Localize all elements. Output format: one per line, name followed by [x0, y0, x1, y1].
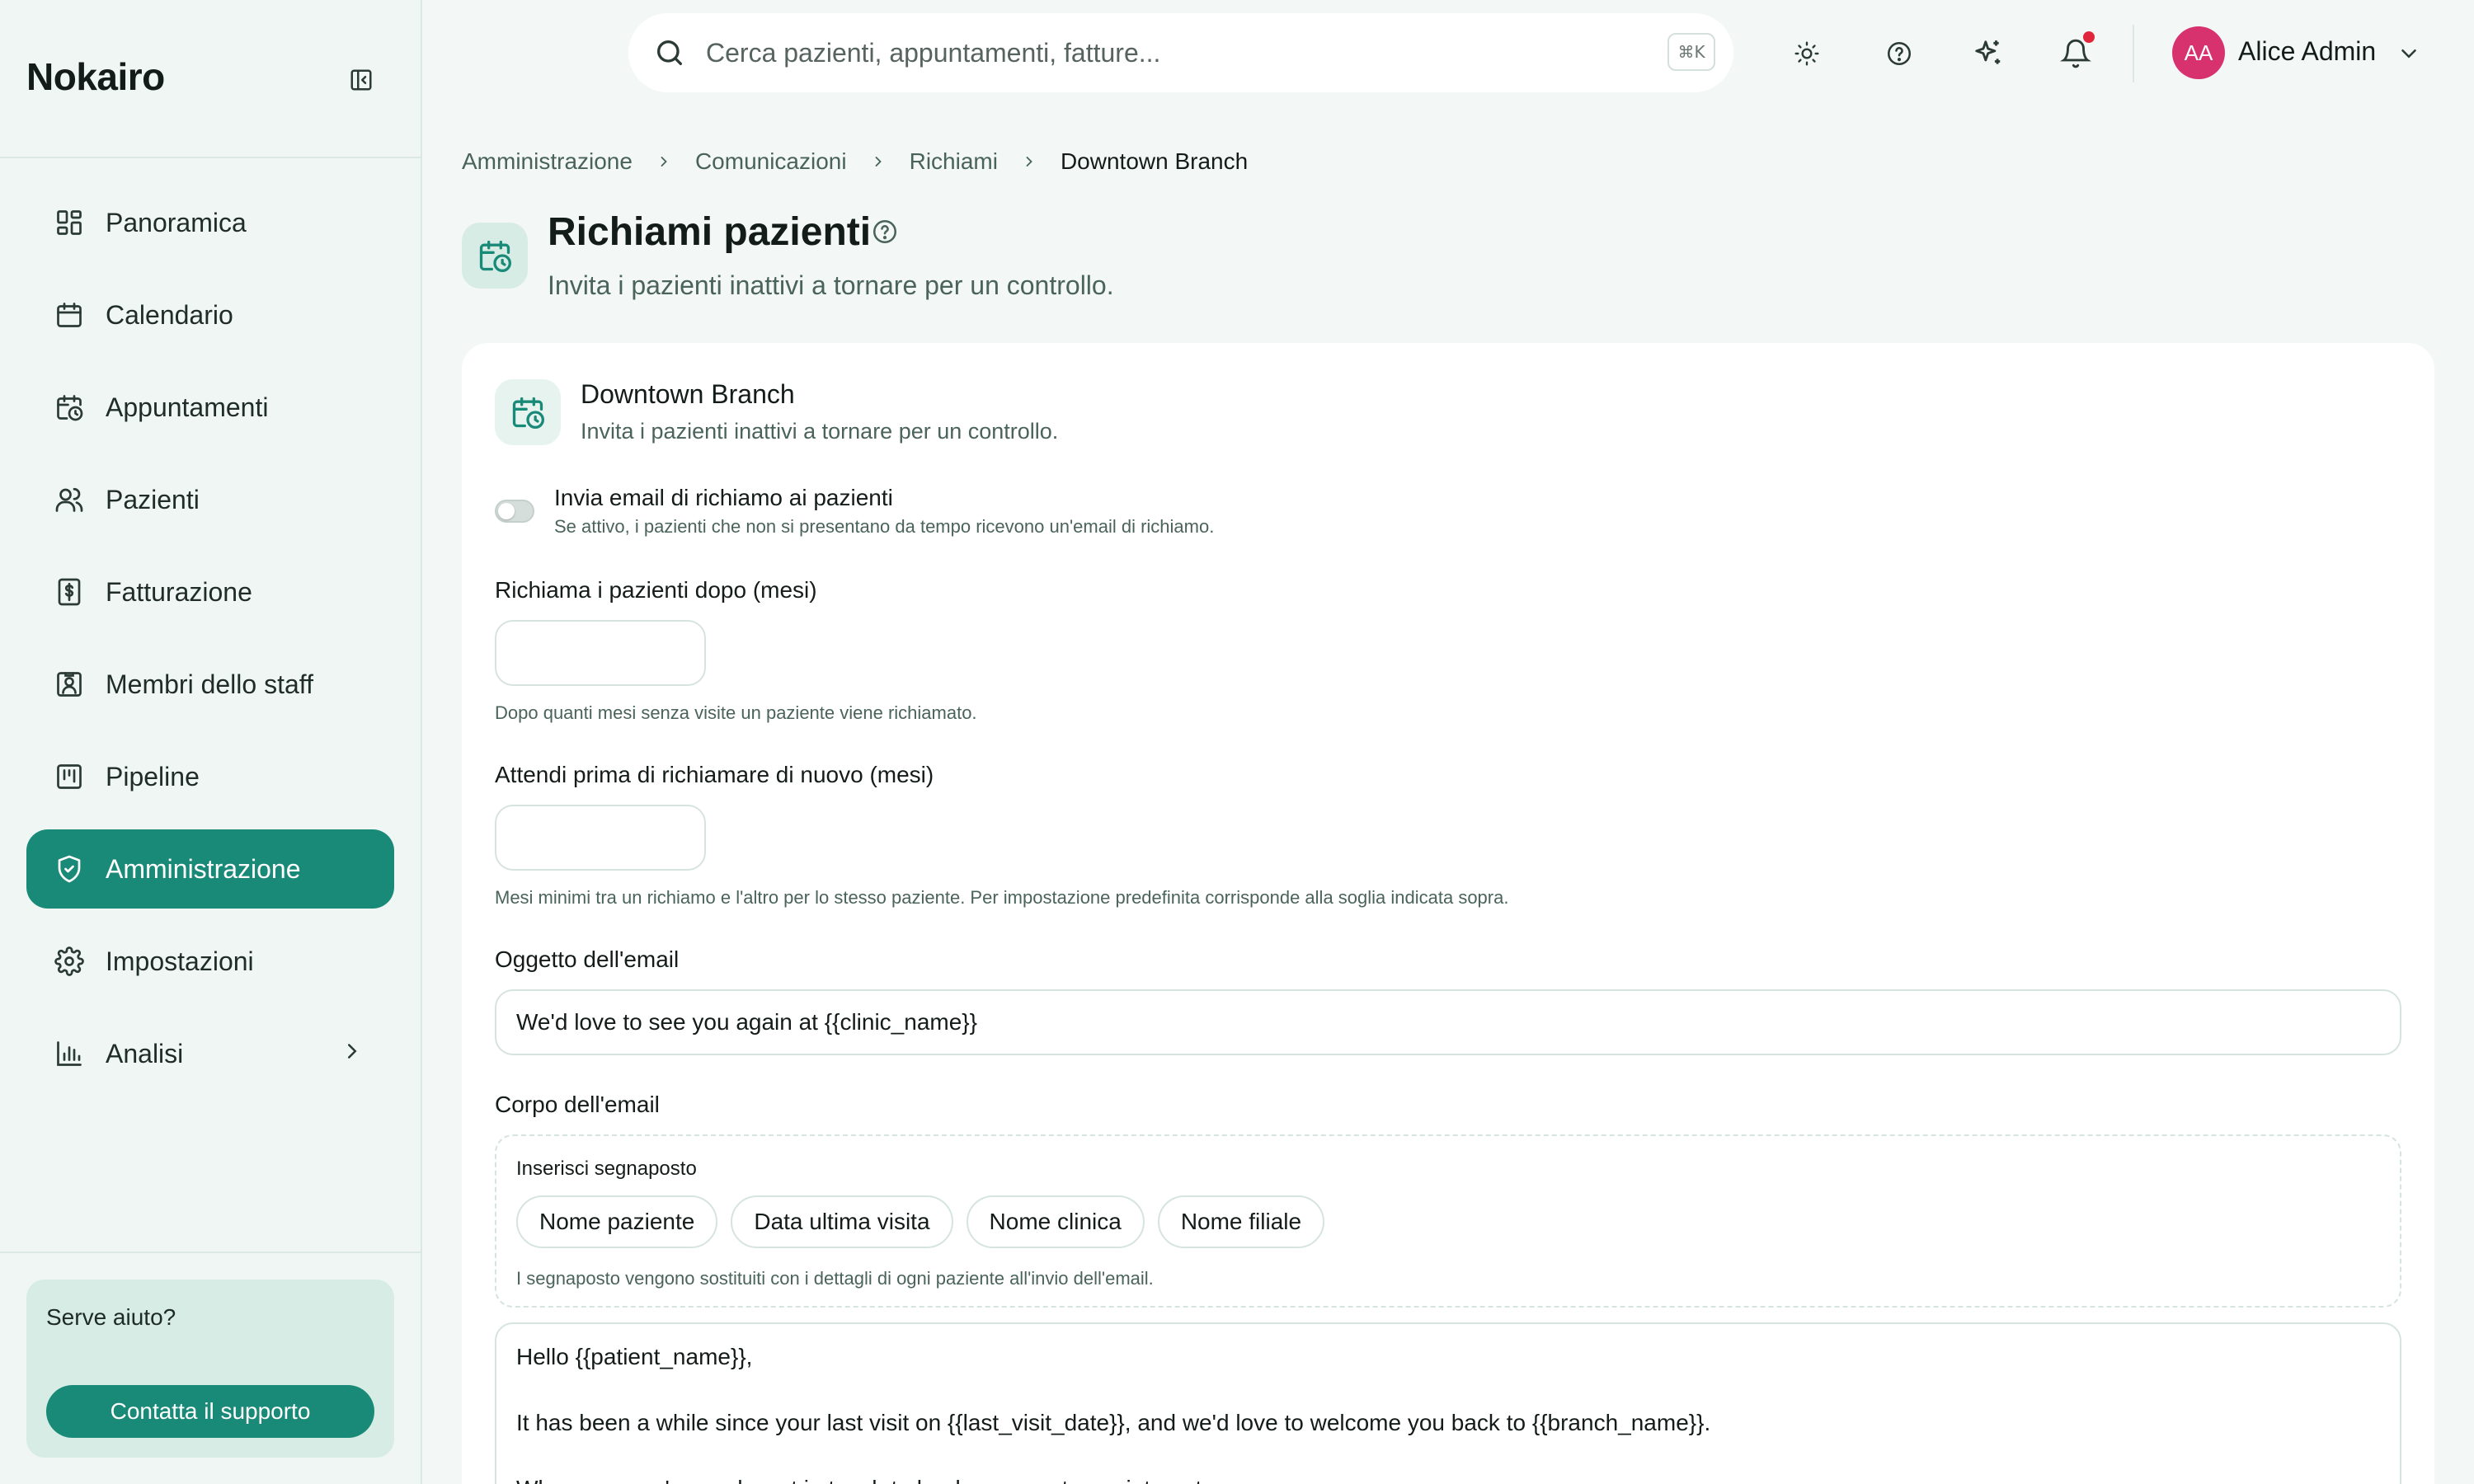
breadcrumb-current: Downtown Branch [1060, 148, 1249, 174]
chip-clinic-name[interactable]: Nome clinica [966, 1195, 1145, 1248]
placeholder-title: Inserisci segnaposto [516, 1158, 697, 1180]
subject-input[interactable]: We'd love to see you again at {{clinic_n… [495, 989, 2401, 1055]
toggle-label: Invia email di richiamo ai pazienti [554, 485, 893, 510]
chip-branch-name[interactable]: Nome filiale [1157, 1195, 1325, 1248]
sidebar-item-label: Fatturazione [106, 576, 252, 607]
sidebar-item-staff[interactable]: Membri dello staff [26, 645, 394, 724]
brand-logo[interactable]: Nokairo [26, 54, 165, 99]
sidebar: Nokairo Panoramica Calendario Appuntamen… [0, 0, 422, 1484]
sidebar-item-fatturazione[interactable]: Fatturazione [26, 552, 394, 632]
body-line: Whenever you're ready, get in touch to b… [516, 1472, 2380, 1484]
help-circle-icon[interactable] [1879, 33, 1920, 74]
body-label: Corpo dell'email [495, 1092, 660, 1117]
sidebar-item-pazienti[interactable]: Pazienti [26, 460, 394, 539]
sidebar-item-pipeline[interactable]: Pipeline [26, 737, 394, 816]
breadcrumb-item[interactable]: Amministrazione [462, 148, 633, 175]
dashboard-icon [53, 206, 86, 239]
chevron-right-icon [870, 153, 887, 170]
placeholder-hint: I segnaposto vengono sostituiti con i de… [516, 1268, 1154, 1289]
sidebar-item-label: Pazienti [106, 484, 200, 514]
placeholder-panel: Inserisci segnaposto Nome paziente Data … [495, 1134, 2401, 1308]
body-line [516, 1439, 2380, 1472]
subject-label: Oggetto dell'email [495, 946, 680, 972]
gear-icon [53, 945, 86, 978]
recall-settings-card: Downtown Branch Invita i pazienti inatti… [462, 343, 2434, 1484]
calendar-clock-icon [462, 223, 528, 289]
calendar-clock-icon [495, 379, 561, 445]
help-title: Serve aiuto? [46, 1304, 176, 1330]
users-icon [53, 483, 86, 516]
sidebar-item-label: Analisi [106, 1038, 184, 1068]
recall-after-hint: Dopo quanti mesi senza visite un pazient… [495, 702, 977, 723]
search-icon [653, 36, 686, 73]
bell-icon[interactable] [2055, 31, 2096, 74]
contact-support-button[interactable]: Contatta il supporto [46, 1385, 374, 1438]
wait-before-hint: Mesi minimi tra un richiamo e l'altro pe… [495, 887, 1509, 908]
id-badge-icon [53, 668, 86, 701]
page-subtitle: Invita i pazienti inattivi a tornare per… [548, 270, 1114, 300]
chip-last-visit-date[interactable]: Data ultima visita [731, 1195, 953, 1248]
shield-check-icon [53, 852, 86, 885]
sidebar-item-panoramica[interactable]: Panoramica [26, 183, 394, 262]
search-bar[interactable] [628, 13, 1733, 92]
breadcrumb: Amministrazione Comunicazioni Richiami D… [462, 148, 1248, 175]
sidebar-item-label: Calendario [106, 299, 233, 330]
sidebar-divider [0, 157, 421, 158]
subject-value: We'd love to see you again at {{clinic_n… [516, 1009, 977, 1035]
card-title: Downtown Branch [581, 379, 795, 409]
receipt-dollar-icon [53, 575, 86, 608]
notification-dot [2083, 31, 2095, 43]
chevron-right-icon [1021, 153, 1037, 170]
help-circle-icon[interactable] [871, 218, 899, 250]
wait-before-label: Attendi prima di richiamare di nuovo (me… [495, 762, 934, 787]
email-body-textarea[interactable]: Hello {{patient_name}}, It has been a wh… [495, 1322, 2401, 1484]
sidebar-item-impostazioni[interactable]: Impostazioni [26, 922, 394, 1001]
help-card: Serve aiuto? Contatta il supporto [26, 1280, 394, 1458]
sidebar-item-amministrazione[interactable]: Amministrazione [26, 829, 394, 909]
sun-icon[interactable] [1786, 33, 1827, 74]
app-root: Nokairo Panoramica Calendario Appuntamen… [0, 0, 2474, 1484]
recall-after-label: Richiama i pazienti dopo (mesi) [495, 577, 817, 603]
user-name[interactable]: Alice Admin [2238, 36, 2376, 67]
chevron-down-icon[interactable] [2396, 41, 2421, 70]
sidebar-item-label: Impostazioni [106, 946, 254, 976]
bar-chart-icon [53, 1037, 86, 1070]
placeholder-chips: Nome paziente Data ultima visita Nome cl… [516, 1195, 1338, 1248]
sidebar-divider [0, 1252, 421, 1253]
toggle-description: Se attivo, i pazienti che non si present… [554, 516, 1215, 537]
body-line: Hello {{patient_name}}, [516, 1344, 753, 1369]
breadcrumb-item[interactable]: Richiami [910, 148, 998, 175]
search-shortcut-badge: ⌘K [1667, 33, 1715, 71]
topbar-divider [2133, 25, 2134, 82]
body-line: It has been a while since your last visi… [516, 1410, 1711, 1435]
chevron-right-icon [656, 153, 672, 170]
toggle-knob [498, 503, 515, 519]
sidebar-item-appuntamenti[interactable]: Appuntamenti [26, 368, 394, 447]
calendar-icon [53, 298, 86, 331]
calendar-clock-icon [53, 391, 86, 424]
body-line [516, 1374, 2380, 1407]
sidebar-collapse-icon[interactable] [345, 64, 378, 96]
search-input[interactable] [706, 30, 1580, 76]
sidebar-item-label: Membri dello staff [106, 669, 313, 699]
wait-before-input[interactable] [495, 805, 706, 871]
page-title: Richiami pazienti [548, 210, 872, 254]
sidebar-item-label: Pipeline [106, 761, 200, 791]
sidebar-item-analisi[interactable]: Analisi [26, 1014, 394, 1093]
recall-after-input[interactable] [495, 620, 706, 686]
sidebar-item-label: Amministrazione [106, 853, 301, 884]
card-subtitle: Invita i pazienti inattivi a tornare per… [581, 419, 1059, 444]
sidebar-item-label: Appuntamenti [106, 392, 269, 422]
sidebar-item-label: Panoramica [106, 207, 247, 237]
chip-patient-name[interactable]: Nome paziente [516, 1195, 718, 1248]
sidebar-item-calendario[interactable]: Calendario [26, 275, 394, 355]
avatar[interactable]: AA [2172, 26, 2225, 79]
chevron-right-icon[interactable] [340, 1039, 365, 1070]
sidebar-nav: Panoramica Calendario Appuntamenti Pazie… [26, 183, 394, 1106]
sparkles-icon[interactable] [1968, 33, 2009, 74]
breadcrumb-item[interactable]: Comunicazioni [695, 148, 847, 175]
kanban-icon [53, 760, 86, 793]
recall-email-toggle[interactable] [495, 500, 534, 523]
